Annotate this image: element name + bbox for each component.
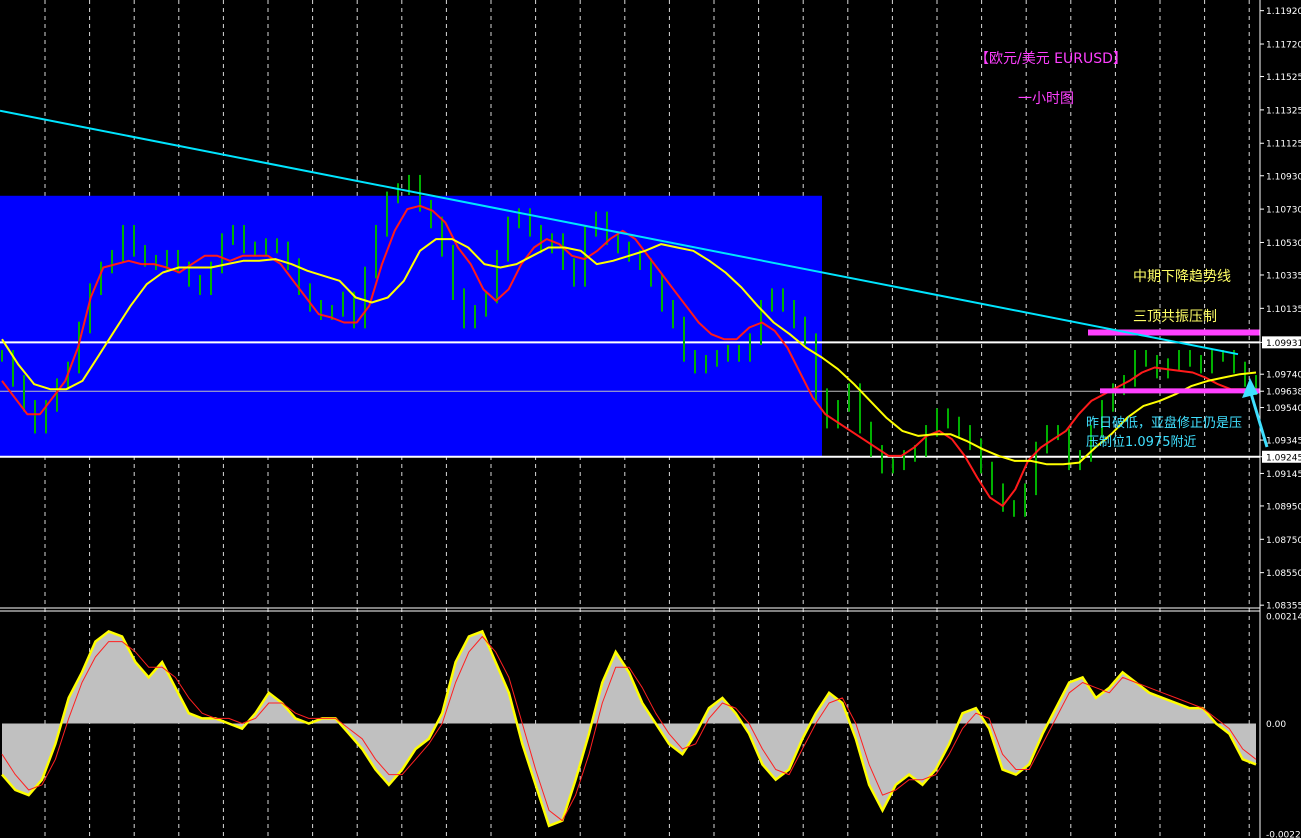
tick-label: 1.08750 <box>1266 536 1301 546</box>
tick-label: 1.08355 <box>1266 602 1301 612</box>
tick-label: 1.10730 <box>1266 206 1301 216</box>
tick-label: 1.09540 <box>1266 404 1301 414</box>
annotation-pressure-line2: 压制位1.0975附近 <box>1086 435 1197 450</box>
tick-label: 1.09638 <box>1266 388 1301 398</box>
tick-label: 1.10930 <box>1266 172 1301 182</box>
annotation-trendline: 中期下降趋势线 <box>1133 269 1231 285</box>
signal-line <box>1 636 1257 822</box>
tick-label: 1.10335 <box>1266 271 1301 281</box>
annotation-triple-top: 三顶共振压制 <box>1133 309 1217 325</box>
tick-label: 1.08550 <box>1266 569 1301 579</box>
annotation-pressure: 昨日破低，亚盘修正仍是压 压制位1.0975附近 <box>1086 414 1242 452</box>
osc-tick-label: 0.002144 <box>1266 613 1301 623</box>
tick-label: 1.11525 <box>1266 73 1301 83</box>
tick-label: 1.09245 <box>1266 453 1301 463</box>
tick-label: 1.09145 <box>1266 470 1301 480</box>
tick-label: 1.08950 <box>1266 502 1301 512</box>
tick-label: 1.09345 <box>1266 437 1301 447</box>
osc-tick-label: 0.00 <box>1266 720 1286 730</box>
tick-label: 1.11720 <box>1266 41 1301 51</box>
tick-label: 1.10135 <box>1266 305 1301 315</box>
histogram-outline <box>1 629 1257 828</box>
chart-subtitle: 一小时图 <box>1018 91 1074 107</box>
chart-title: 【欧元/美元 EURUSD】 <box>975 51 1127 67</box>
tick-label: 1.11125 <box>1266 140 1301 150</box>
axis-background <box>1260 0 1301 838</box>
osc-tick-label: -0.00220 <box>1266 831 1301 838</box>
price-axis: 1.11920 1.11720 1.11525 1.11325 1.11125 1.109… <box>1259 0 1301 838</box>
tick-label: 1.11920 <box>1266 7 1301 17</box>
histogram-area <box>2 631 1256 826</box>
annotation-pressure-line1: 昨日破低，亚盘修正仍是压 <box>1086 416 1243 431</box>
tick-label: 1.10530 <box>1266 239 1301 249</box>
tick-label: 1.11325 <box>1266 106 1301 116</box>
tick-label: 1.09931 <box>1266 339 1301 349</box>
tick-label: 1.09740 <box>1266 371 1301 381</box>
